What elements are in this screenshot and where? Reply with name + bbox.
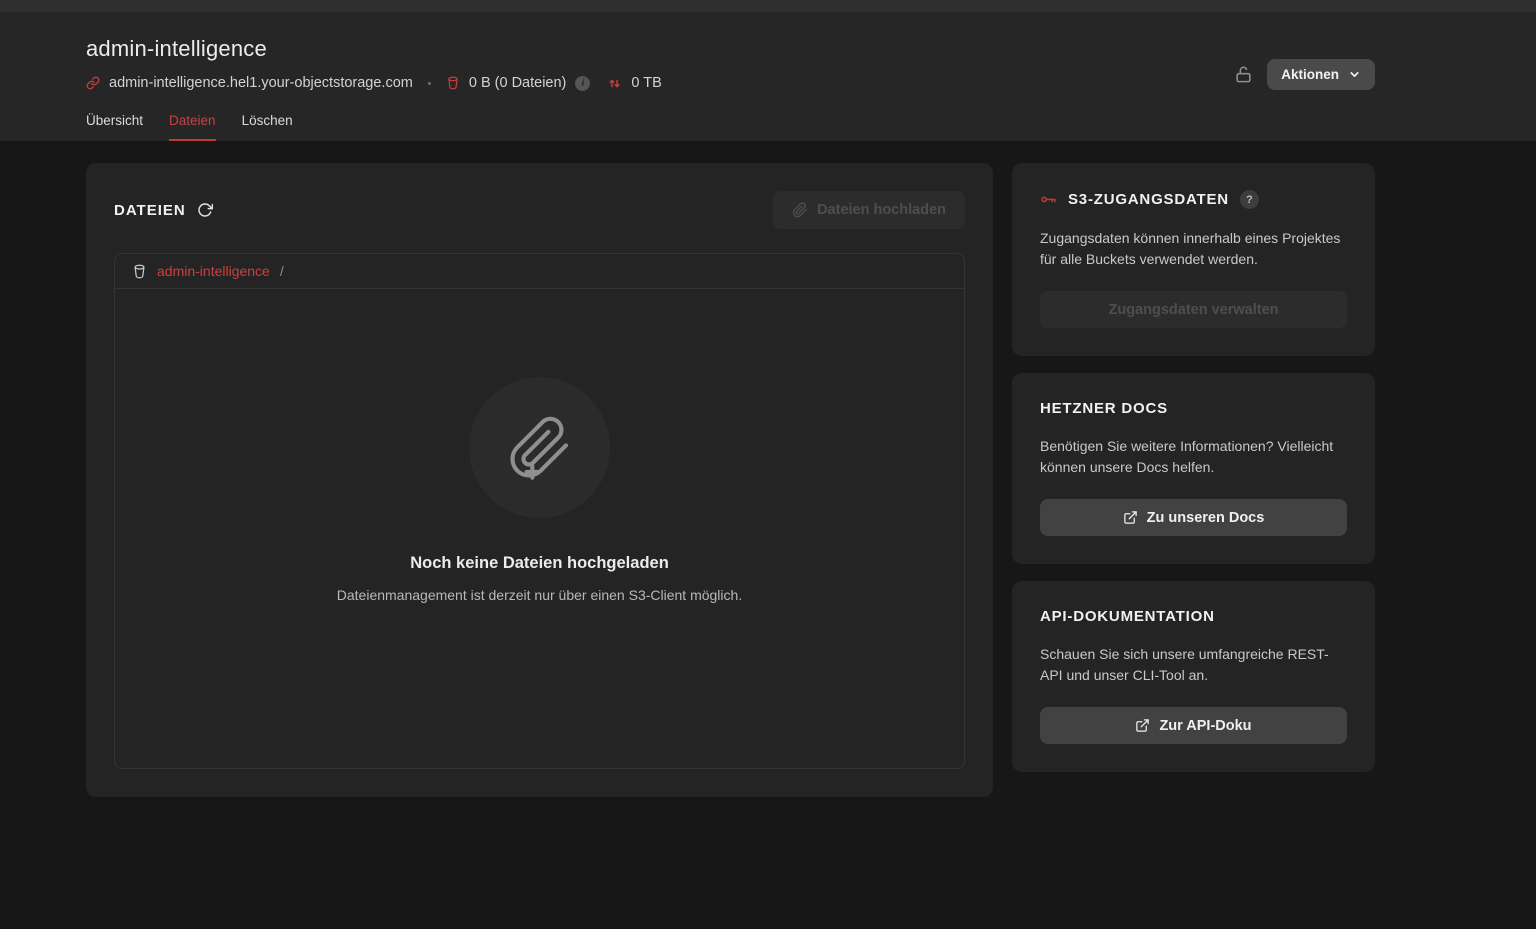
empty-state-subtext: Dateienmanagement ist derzeit nur über e… xyxy=(337,587,742,603)
upload-files-button[interactable]: Dateien hochladen xyxy=(773,191,965,229)
external-link-icon xyxy=(1123,510,1138,525)
api-docs-card: API-DOKUMENTATION Schauen Sie sich unser… xyxy=(1012,581,1375,772)
tab-dateien[interactable]: Dateien xyxy=(169,113,216,141)
link-icon xyxy=(86,76,100,90)
header-actions: Aktionen xyxy=(1234,59,1375,90)
tab-uebersicht[interactable]: Übersicht xyxy=(86,113,143,141)
traffic-arrows-icon xyxy=(607,76,622,91)
breadcrumb-separator: / xyxy=(280,263,284,279)
actions-button[interactable]: Aktionen xyxy=(1267,59,1375,90)
api-docs-link-button-label: Zur API-Doku xyxy=(1159,718,1251,734)
upload-files-button-label: Dateien hochladen xyxy=(817,202,946,218)
hetzner-docs-text: Benötigen Sie weitere Informationen? Vie… xyxy=(1040,436,1347,478)
file-browser: admin-intelligence / Noch keine Dateien … xyxy=(114,253,965,769)
docs-link-button[interactable]: Zu unseren Docs xyxy=(1040,499,1347,536)
bucket-header: admin-intelligence admin-intelligence.he… xyxy=(0,12,1536,141)
manage-credentials-button[interactable]: Zugangsdaten verwalten xyxy=(1040,291,1347,328)
api-docs-link-button[interactable]: Zur API-Doku xyxy=(1040,707,1347,744)
hetzner-docs-title: HETZNER DOCS xyxy=(1040,400,1168,417)
info-icon[interactable]: i xyxy=(575,76,590,91)
paperclip-plus-icon xyxy=(469,377,610,518)
bucket-tabs: Übersicht Dateien Löschen xyxy=(86,113,293,141)
files-card-header: DATEIEN Dateien hochladen xyxy=(114,191,965,229)
s3-credentials-text: Zugangsdaten können innerhalb eines Proj… xyxy=(1040,228,1347,270)
key-icon xyxy=(1040,191,1057,208)
files-panel-title: DATEIEN xyxy=(114,202,186,219)
breadcrumb-bucket-link[interactable]: admin-intelligence xyxy=(157,263,270,279)
api-docs-title: API-DOKUMENTATION xyxy=(1040,608,1215,625)
breadcrumb: admin-intelligence / xyxy=(115,254,964,289)
bucket-url[interactable]: admin-intelligence.hel1.your-objectstora… xyxy=(109,75,413,91)
bucket-icon xyxy=(446,76,460,90)
api-docs-text: Schauen Sie sich unsere umfangreiche RES… xyxy=(1040,644,1347,686)
bucket-size-stat: 0 B (0 Dateien) xyxy=(469,75,567,91)
s3-credentials-card: S3-ZUGANGSDATEN ? Zugangsdaten können in… xyxy=(1012,163,1375,356)
external-link-icon xyxy=(1135,718,1150,733)
manage-credentials-button-label: Zugangsdaten verwalten xyxy=(1108,302,1278,318)
docs-link-button-label: Zu unseren Docs xyxy=(1147,510,1265,526)
empty-state-heading: Noch keine Dateien hochgeladen xyxy=(410,554,669,573)
s3-credentials-title: S3-ZUGANGSDATEN xyxy=(1068,191,1229,208)
traffic-stat: 0 TB xyxy=(631,75,661,91)
files-card: DATEIEN Dateien hochladen xyxy=(86,163,993,797)
chevron-down-icon xyxy=(1348,68,1361,81)
empty-state: Noch keine Dateien hochgeladen Dateienma… xyxy=(115,289,964,768)
content-area: DATEIEN Dateien hochladen xyxy=(86,163,1536,797)
refresh-icon[interactable] xyxy=(197,202,213,218)
paperclip-icon xyxy=(792,202,808,218)
separator-dot xyxy=(428,82,431,85)
hetzner-docs-card: HETZNER DOCS Benötigen Sie weitere Infor… xyxy=(1012,373,1375,564)
help-icon[interactable]: ? xyxy=(1240,190,1259,209)
top-strip xyxy=(0,0,1536,12)
bucket-icon xyxy=(132,264,147,279)
tab-loeschen[interactable]: Löschen xyxy=(242,113,293,141)
unlock-icon xyxy=(1234,65,1253,84)
object-storage-bucket-page: admin-intelligence admin-intelligence.he… xyxy=(0,0,1536,929)
actions-button-label: Aktionen xyxy=(1281,67,1339,82)
sidebar: S3-ZUGANGSDATEN ? Zugangsdaten können in… xyxy=(1012,163,1375,772)
